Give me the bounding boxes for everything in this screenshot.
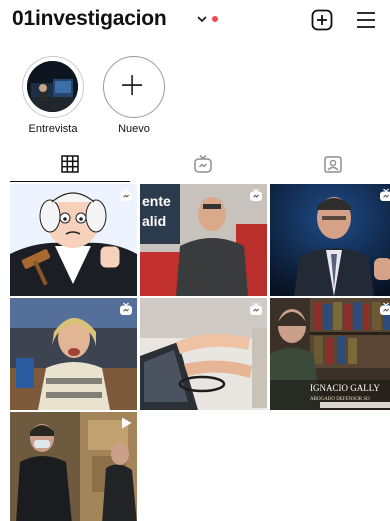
- tab-posts[interactable]: [10, 146, 130, 182]
- posts-grid: ente alid IGNACIO GALLY ABOGADO DEFENSOR…: [10, 184, 390, 521]
- new-post-button[interactable]: [310, 8, 334, 32]
- tv-icon: [194, 154, 212, 173]
- post-tile-5[interactable]: [140, 298, 267, 410]
- igtv-icon: [120, 302, 132, 315]
- highlight-thumbnail: [27, 61, 78, 112]
- post-thumbnail: ente alid: [140, 184, 267, 296]
- overlay-caption-name: IGNACIO GALLY: [310, 383, 380, 393]
- profile-username[interactable]: 01investigacion: [12, 7, 167, 31]
- highlight-ring: [103, 56, 165, 118]
- overlay-caption-title: ABOGADO DEFENSOR SO: [310, 397, 370, 402]
- tab-tagged[interactable]: [268, 146, 390, 182]
- highlight-label: Nuevo: [118, 123, 150, 135]
- post-thumbnail: [10, 298, 137, 410]
- post-tile-4[interactable]: [10, 298, 137, 410]
- igtv-icon: [380, 302, 390, 315]
- post-tile-1[interactable]: [10, 184, 137, 296]
- post-tile-6[interactable]: IGNACIO GALLY ABOGADO DEFENSOR SO: [270, 298, 390, 410]
- active-tab-indicator: [10, 180, 130, 182]
- plus-icon: [122, 75, 143, 96]
- grid-icon: [61, 155, 79, 173]
- highlight-ring: [22, 56, 84, 118]
- post-tile-7[interactable]: [10, 412, 137, 521]
- highlight-entrevista[interactable]: Entrevista: [20, 56, 86, 136]
- post-tile-3[interactable]: [270, 184, 390, 296]
- chevron-down-icon[interactable]: [196, 13, 208, 25]
- highlight-label: Entrevista: [28, 123, 78, 135]
- overlay-text-line1: ente: [142, 193, 171, 209]
- hamburger-menu-icon: [357, 12, 375, 28]
- menu-button[interactable]: [354, 8, 378, 32]
- tab-igtv[interactable]: [138, 146, 268, 182]
- post-thumbnail: [10, 412, 137, 521]
- highlight-nuevo[interactable]: Nuevo: [101, 56, 167, 136]
- video-thumbnail-icon: [27, 61, 78, 112]
- post-tile-2[interactable]: ente alid: [140, 184, 267, 296]
- notification-dot: [212, 16, 218, 22]
- igtv-icon: [250, 302, 262, 315]
- profile-tabs: [0, 146, 390, 182]
- igtv-icon: [250, 188, 262, 201]
- tagged-portrait-icon: [324, 156, 342, 173]
- post-thumbnail: [10, 184, 137, 296]
- post-thumbnail: [270, 184, 390, 296]
- igtv-icon: [380, 188, 390, 201]
- igtv-icon: [120, 188, 132, 201]
- post-thumbnail: IGNACIO GALLY ABOGADO DEFENSOR SO: [270, 298, 390, 410]
- post-thumbnail: [140, 298, 267, 410]
- top-bar: 01investigacion: [0, 0, 390, 44]
- plus-square-icon: [311, 9, 333, 31]
- play-icon: [122, 417, 132, 429]
- overlay-text-line2: alid: [142, 213, 166, 229]
